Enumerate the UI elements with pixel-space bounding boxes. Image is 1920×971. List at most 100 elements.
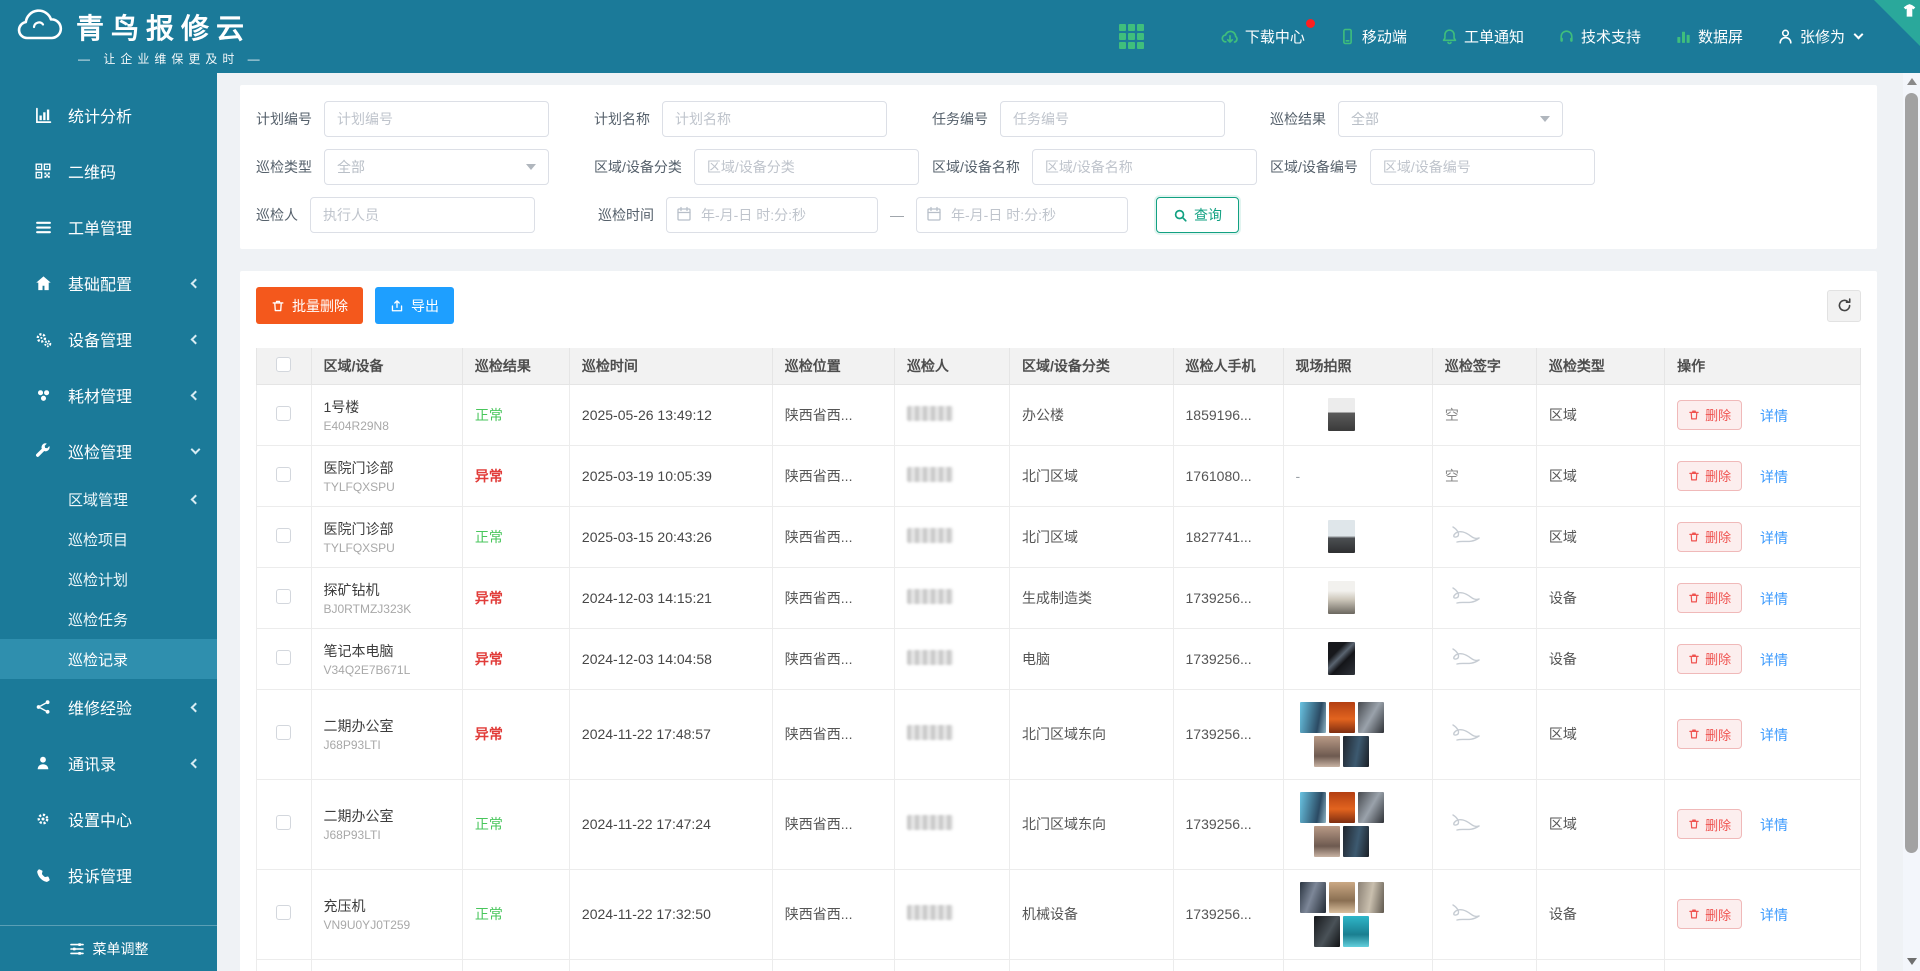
site-photos[interactable] <box>1296 398 1388 431</box>
device-category-input[interactable] <box>694 149 919 185</box>
plan-number-input[interactable] <box>324 101 549 137</box>
row-checkbox[interactable] <box>276 528 291 543</box>
nav-tech-support[interactable]: 技术支持 <box>1558 26 1641 47</box>
site-photos[interactable] <box>1296 792 1388 857</box>
sidebar-item-complaints[interactable]: 投诉管理 <box>0 847 217 903</box>
scroll-down-arrow[interactable] <box>1907 958 1917 965</box>
row-checkbox[interactable] <box>276 406 291 421</box>
scrollbar-thumb[interactable] <box>1905 93 1918 853</box>
site-photos[interactable] <box>1296 642 1388 675</box>
sidebar-subitem-area-management[interactable]: 区域管理 <box>0 479 217 519</box>
row-checkbox[interactable] <box>276 815 291 830</box>
scroll-up-arrow[interactable] <box>1907 78 1917 85</box>
select-all-checkbox[interactable] <box>276 357 291 372</box>
inspector-phone: 1739256... <box>1173 779 1283 869</box>
export-button[interactable]: 导出 <box>375 287 454 324</box>
photo-thumbnail[interactable] <box>1328 398 1355 431</box>
sliders-icon <box>69 941 85 957</box>
search-button[interactable]: 查询 <box>1156 197 1239 233</box>
detail-link[interactable]: 详情 <box>1760 817 1788 833</box>
table-header-row: 区域/设备 巡检结果 巡检时间 巡检位置 巡检人 区域/设备分类 巡检人手机 现… <box>257 348 1861 384</box>
sidebar-item-label: 投诉管理 <box>68 863 132 887</box>
sidebar-menu-adjust[interactable]: 菜单调整 <box>0 925 217 971</box>
photo-collage[interactable] <box>1296 702 1388 767</box>
apps-grid-button[interactable] <box>1118 23 1145 50</box>
photo-thumbnail[interactable] <box>1328 520 1355 553</box>
photo-collage[interactable] <box>1296 792 1388 857</box>
sidebar-item-statistics[interactable]: 统计分析 <box>0 87 217 143</box>
photo-thumbnail[interactable] <box>1328 581 1355 614</box>
sidebar-item-settings[interactable]: 设置中心 <box>0 791 217 847</box>
device-number-input[interactable] <box>1370 149 1595 185</box>
theme-corner-ribbon[interactable] <box>1874 0 1920 46</box>
sidebar-item-label: 巡检计划 <box>68 569 128 590</box>
inspection-result-select[interactable]: 全部 <box>1338 101 1563 137</box>
detail-link[interactable]: 详情 <box>1760 907 1788 923</box>
row-checkbox[interactable] <box>276 467 291 482</box>
sidebar-subitem-inspection-items[interactable]: 巡检项目 <box>0 519 217 559</box>
detail-link[interactable]: 详情 <box>1760 530 1788 546</box>
time-to-input[interactable] <box>916 197 1128 233</box>
inspection-result-label: 巡检结果 <box>1270 109 1338 129</box>
detail-link[interactable]: 详情 <box>1760 591 1788 607</box>
batch-delete-button[interactable]: 批量删除 <box>256 287 363 324</box>
sidebar-subitem-inspection-records[interactable]: 巡检记录 <box>0 639 217 679</box>
sidebar-item-basic-config[interactable]: 基础配置 <box>0 255 217 311</box>
delete-button[interactable]: 删除 <box>1677 644 1742 674</box>
row-checkbox[interactable] <box>276 725 291 740</box>
inspector-input[interactable] <box>310 197 535 233</box>
sidebar-item-label: 巡检项目 <box>68 529 128 550</box>
signature <box>1445 581 1491 611</box>
plan-name-input[interactable] <box>662 101 887 137</box>
time-from-input[interactable] <box>666 197 878 233</box>
site-photos[interactable]: - <box>1296 468 1420 484</box>
photo-collage[interactable] <box>1296 882 1388 947</box>
nav-work-order-notify[interactable]: 工单通知 <box>1441 26 1524 47</box>
asset-name: 医院门诊部 <box>324 519 450 539</box>
photo-thumbnail[interactable] <box>1328 642 1355 675</box>
sidebar-item-work-orders[interactable]: 工单管理 <box>0 199 217 255</box>
site-photos[interactable] <box>1296 702 1388 767</box>
sidebar-item-inspection[interactable]: 巡检管理 <box>0 423 217 479</box>
bar-chart-icon <box>1675 28 1692 45</box>
sidebar-subitem-inspection-plans[interactable]: 巡检计划 <box>0 559 217 599</box>
sidebar-footer-label: 菜单调整 <box>93 939 149 959</box>
row-checkbox[interactable] <box>276 650 291 665</box>
sidebar-item-equipment[interactable]: 设备管理 <box>0 311 217 367</box>
list-lines-icon <box>34 219 52 236</box>
delete-button[interactable]: 删除 <box>1677 809 1742 839</box>
delete-button[interactable]: 删除 <box>1677 522 1742 552</box>
delete-button[interactable]: 删除 <box>1677 400 1742 430</box>
sidebar-subitem-inspection-tasks[interactable]: 巡检任务 <box>0 599 217 639</box>
detail-link[interactable]: 详情 <box>1760 408 1788 424</box>
row-checkbox[interactable] <box>276 589 291 604</box>
site-photos[interactable] <box>1296 520 1388 553</box>
site-photos[interactable] <box>1296 882 1388 947</box>
delete-button[interactable]: 删除 <box>1677 719 1742 749</box>
nav-user-menu[interactable]: 张修为 <box>1777 26 1862 47</box>
sidebar-item-contacts[interactable]: 通讯录 <box>0 735 217 791</box>
inspection-type-select[interactable]: 全部 <box>324 149 549 185</box>
nav-mobile[interactable]: 移动端 <box>1339 26 1407 47</box>
nav-data-screen[interactable]: 数据屏 <box>1675 26 1743 47</box>
page-scrollbar[interactable] <box>1903 73 1920 971</box>
row-checkbox[interactable] <box>276 905 291 920</box>
sidebar-item-consumables[interactable]: 耗材管理 <box>0 367 217 423</box>
sidebar-item-repair-experience[interactable]: 维修经验 <box>0 679 217 735</box>
delete-button[interactable]: 删除 <box>1677 899 1742 929</box>
detail-link[interactable]: 详情 <box>1760 469 1788 485</box>
detail-link[interactable]: 详情 <box>1760 727 1788 743</box>
refresh-button[interactable] <box>1827 290 1861 322</box>
chevron-left-icon <box>191 278 201 288</box>
nav-download-center[interactable]: 下载中心 <box>1221 26 1305 47</box>
records-table: 区域/设备 巡检结果 巡检时间 巡检位置 巡检人 区域/设备分类 巡检人手机 现… <box>256 348 1861 971</box>
inspection-type: 区域 <box>1536 689 1664 779</box>
task-number-input[interactable] <box>1000 101 1225 137</box>
device-name-input[interactable] <box>1032 149 1257 185</box>
site-photos[interactable] <box>1296 581 1388 614</box>
person-icon <box>34 755 52 771</box>
delete-button[interactable]: 删除 <box>1677 583 1742 613</box>
sidebar-item-qrcode[interactable]: 二维码 <box>0 143 217 199</box>
detail-link[interactable]: 详情 <box>1760 652 1788 668</box>
delete-button[interactable]: 删除 <box>1677 461 1742 491</box>
